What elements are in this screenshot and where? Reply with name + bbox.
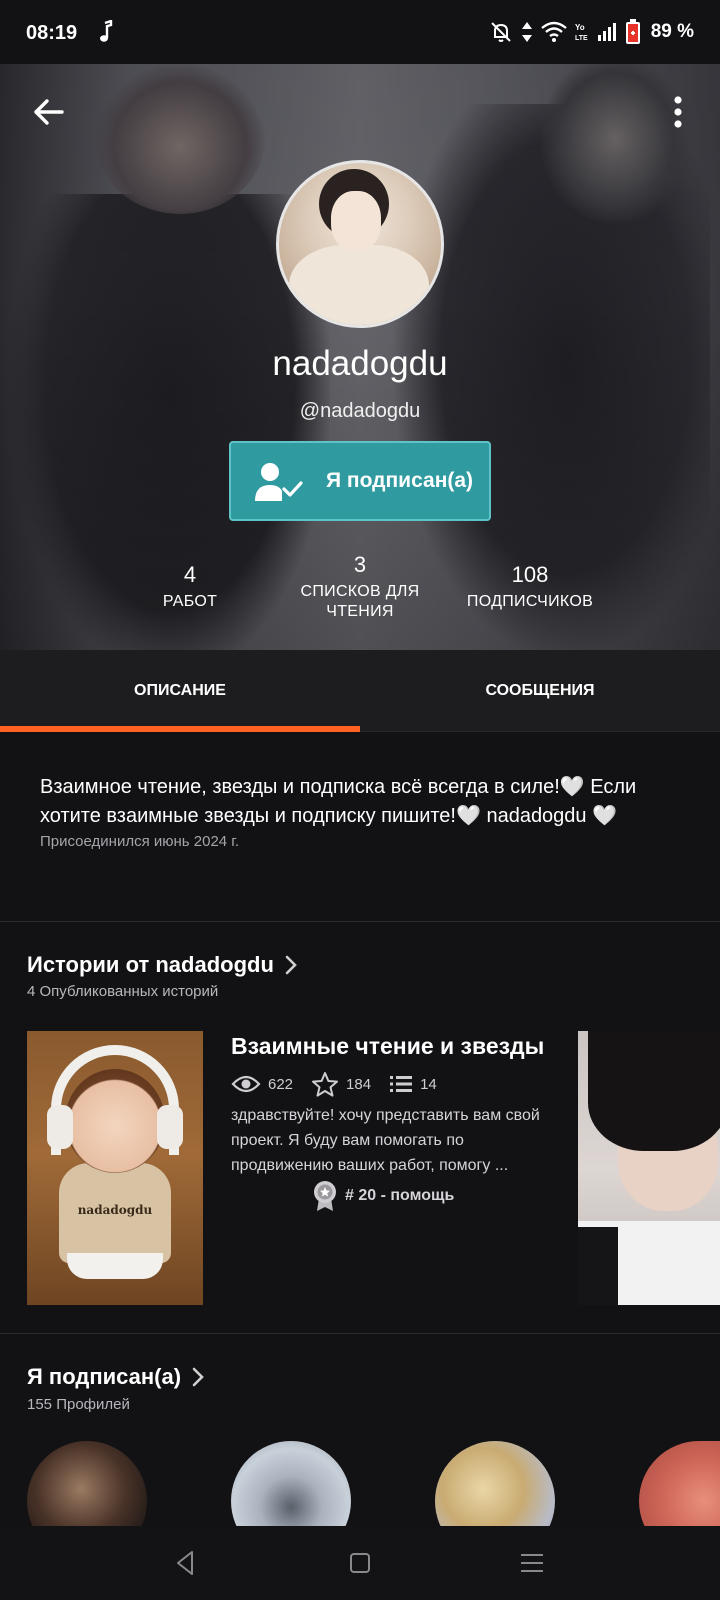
signal-icon <box>597 23 616 41</box>
ranking-badge-icon <box>314 1181 336 1211</box>
story-rank[interactable]: # 20 - помощь <box>313 1180 454 1212</box>
username: @nadadogdu <box>299 400 421 422</box>
about-section: Взаимное чтение, звезды и подписка всё в… <box>40 773 680 850</box>
following-button[interactable]: Я подписан(а) <box>229 441 491 521</box>
user-check-icon <box>255 463 303 501</box>
tab-messages[interactable]: СООБЩЕНИЯ <box>360 650 720 732</box>
divider <box>0 921 720 922</box>
battery-percent: 89 % <box>650 21 694 42</box>
cover-text: nadadogdu <box>77 1203 153 1217</box>
stories-title-text: Истории от nadadogdu <box>27 952 274 977</box>
story-cover[interactable]: nadadogdu <box>27 1031 203 1305</box>
reads-count: 622 <box>268 1075 294 1093</box>
nav-recents-icon[interactable] <box>515 1546 549 1580</box>
profile-avatar[interactable] <box>276 160 444 328</box>
stat-value: 3 <box>353 552 367 577</box>
stat-label-line1: СПИСКОВ ДЛЯ <box>300 583 420 600</box>
stat-label: ПОДПИСЧИКОВ <box>466 593 594 610</box>
svg-text:LTE: LTE <box>575 35 588 42</box>
votes-count: 184 <box>346 1075 372 1093</box>
nav-home-icon[interactable] <box>343 1546 377 1580</box>
following-section-title[interactable]: Я подписан(а) <box>27 1364 205 1390</box>
nav-back-icon[interactable] <box>168 1546 202 1580</box>
system-nav-bar <box>0 1526 720 1600</box>
joined-date: Присоединился июнь 2024 г. <box>40 833 240 850</box>
stat-value: 108 <box>511 562 549 587</box>
stat-label-line2: ЧТЕНИЯ <box>326 603 394 620</box>
votes-stat: 184 <box>311 1071 371 1097</box>
svg-text:Yo: Yo <box>575 23 585 32</box>
stories-count: 4 Опубликованных историй <box>27 983 219 1000</box>
stat-label: РАБОТ <box>162 593 218 610</box>
divider <box>0 1333 720 1334</box>
display-name: nadadogdu <box>272 344 448 383</box>
parts-stat: 14 <box>389 1074 437 1094</box>
profile-tabs: ОПИСАНИЕ СООБЩЕНИЯ <box>0 650 720 732</box>
story-stats: 622 184 14 <box>231 1070 455 1098</box>
volte-icon: Yo LTE <box>575 23 588 42</box>
story-description: здравствуйте! хочу представить вам свой … <box>231 1107 540 1174</box>
list-icon <box>390 1076 413 1092</box>
following-button-label: Я подписан(а) <box>326 469 474 492</box>
story-cover-next[interactable] <box>578 1031 720 1305</box>
wifi-icon <box>540 21 567 42</box>
status-bar: 08:19 Yo LTE 89 % <box>0 0 720 64</box>
following-count: 155 Профилей <box>27 1396 130 1413</box>
stat-reading-lists[interactable]: 3 СПИСКОВ ДЛЯ ЧТЕНИЯ <box>285 552 435 622</box>
tab-about[interactable]: ОПИСАНИЕ <box>0 650 360 732</box>
chevron-right-icon <box>192 1367 204 1387</box>
rank-label: # 20 - помощь <box>345 1187 455 1204</box>
parts-count: 14 <box>420 1075 437 1093</box>
music-note-icon <box>100 20 113 42</box>
status-time: 08:19 <box>26 22 78 44</box>
status-icons: Yo LTE 89 % <box>489 18 694 46</box>
active-tab-indicator <box>0 726 360 732</box>
story-title[interactable]: Взаимные чтение и звезды <box>231 1033 544 1060</box>
stories-section-title[interactable]: Истории от nadadogdu <box>27 952 298 978</box>
mute-icon <box>490 22 511 42</box>
following-title-text: Я подписан(а) <box>27 1364 182 1389</box>
stat-works[interactable]: 4 РАБОТ <box>140 562 240 612</box>
battery-icon <box>625 19 640 44</box>
reads-stat: 622 <box>231 1074 293 1094</box>
stat-followers[interactable]: 108 ПОДПИСЧИКОВ <box>455 562 605 612</box>
star-icon <box>312 1072 339 1097</box>
more-options-icon[interactable] <box>666 94 690 130</box>
about-text: Взаимное чтение, звезды и подписка всё в… <box>40 776 637 827</box>
chevron-right-icon <box>285 955 297 975</box>
stat-value: 4 <box>183 562 197 587</box>
data-arrows-icon <box>521 22 532 42</box>
eye-icon <box>231 1075 261 1093</box>
back-arrow-icon[interactable] <box>28 92 68 132</box>
